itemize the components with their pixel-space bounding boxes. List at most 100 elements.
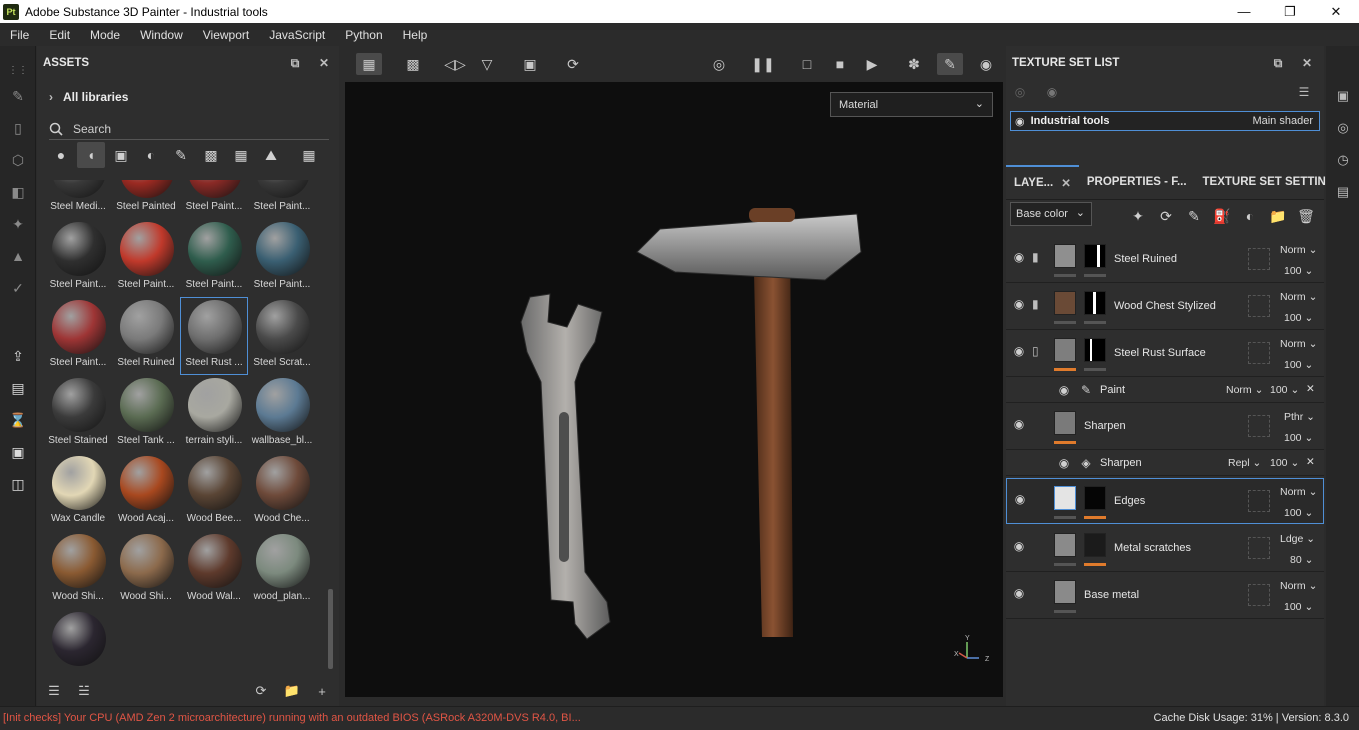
view-2d-icon[interactable]: □: [794, 53, 820, 75]
layer-opacity[interactable]: 100 ⌄: [1284, 312, 1313, 324]
eye-icon[interactable]: ◉: [1011, 417, 1027, 431]
filter-smart-materials-icon[interactable]: ◖: [77, 142, 105, 168]
menu-viewport[interactable]: Viewport: [193, 28, 259, 42]
list-view-icon[interactable]: ☱: [75, 682, 93, 700]
asset-tile[interactable]: Wood Che...: [249, 454, 315, 530]
list-options-icon[interactable]: ☰: [45, 682, 63, 700]
asset-tile[interactable]: Wood Shi...: [45, 532, 111, 608]
asset-tile[interactable]: wallbase_bl...: [249, 376, 315, 452]
layer-row[interactable]: ◉ ▯ Steel Rust Surface Norm ⌄ 100 ⌄: [1006, 330, 1324, 377]
asset-tile[interactable]: wood_plan...: [249, 532, 315, 608]
projection-icon[interactable]: ⬡: [8, 150, 28, 170]
color-picker-icon[interactable]: ✓: [8, 278, 28, 298]
layer-row[interactable]: ◉ Sharpen Pthr ⌄ 100 ⌄: [1006, 403, 1324, 450]
history-icon[interactable]: ⌛: [8, 410, 28, 430]
asset-tile[interactable]: Steel Paint...: [45, 220, 111, 296]
render-icon[interactable]: ✽: [901, 53, 927, 75]
eye-icon[interactable]: ◉: [1011, 539, 1027, 553]
asset-tile[interactable]: [45, 610, 111, 668]
camera-icon[interactable]: ▶: [859, 53, 885, 75]
asset-tile[interactable]: Steel Painted: [113, 180, 179, 218]
shader-settings-icon[interactable]: ◎: [1333, 118, 1353, 138]
layer-mini-slot[interactable]: [1248, 248, 1270, 270]
layer-blend-mode[interactable]: Norm ⌄: [1280, 244, 1317, 256]
menu-window[interactable]: Window: [130, 28, 193, 42]
filter-generators-icon[interactable]: ◐: [137, 142, 165, 168]
smudge-icon[interactable]: ✦: [8, 214, 28, 234]
remove-effect-icon[interactable]: ✕: [1306, 456, 1315, 468]
refresh-icon[interactable]: ⟳: [252, 682, 270, 700]
close-window-button[interactable]: ✕: [1313, 0, 1359, 23]
layer-opacity[interactable]: 100 ⌄: [1284, 432, 1313, 444]
asset-tile[interactable]: Wood Shi...: [113, 532, 179, 608]
add-effect-icon[interactable]: ✦: [1128, 206, 1148, 226]
minimize-button[interactable]: —: [1221, 0, 1267, 23]
filter-environments-icon[interactable]: ⛰: [257, 142, 285, 168]
layer-mini-slot[interactable]: [1248, 342, 1270, 364]
layer-channel-select[interactable]: Base color ⌄: [1010, 202, 1092, 226]
add-icon[interactable]: +: [313, 682, 331, 700]
add-paint-layer-icon[interactable]: ✎: [1184, 206, 1204, 226]
effect-blend-mode[interactable]: Repl ⌄: [1228, 457, 1261, 469]
asset-tile[interactable]: Steel Medi...: [45, 180, 111, 218]
layer-opacity[interactable]: 100 ⌄: [1284, 359, 1313, 371]
menu-help[interactable]: Help: [393, 28, 438, 42]
asset-tile[interactable]: Steel Paint...: [249, 220, 315, 296]
asset-tile[interactable]: Wood Bee...: [181, 454, 247, 530]
asset-tile[interactable]: Steel Paint...: [113, 220, 179, 296]
menu-icon[interactable]: ☰: [1296, 84, 1312, 100]
screenshot-camera-icon[interactable]: ◉: [973, 53, 999, 75]
visibility-solo-icon[interactable]: ◎: [1012, 84, 1028, 100]
symmetry-x-icon[interactable]: ◁▷: [442, 53, 468, 75]
pause-icon[interactable]: ❚❚: [750, 53, 776, 75]
layer-opacity[interactable]: 100 ⌄: [1284, 265, 1313, 277]
add-mask-icon[interactable]: ⟳: [1156, 206, 1176, 226]
fit-view-icon[interactable]: ▣: [517, 53, 543, 75]
eye-icon[interactable]: ◉: [1056, 383, 1072, 397]
3d-viewport[interactable]: Material ⌄ Y X Z: [345, 82, 1003, 697]
effect-opacity[interactable]: 100 ⌄: [1270, 384, 1299, 396]
close-tab-icon[interactable]: ✕: [1061, 176, 1071, 190]
eye-icon[interactable]: ◉: [1015, 115, 1025, 128]
tab-texture-set-settings[interactable]: TEXTURE SET SETTIN...: [1195, 165, 1344, 199]
menu-javascript[interactable]: JavaScript: [259, 28, 335, 42]
asset-tile[interactable]: terrain styli...: [181, 376, 247, 452]
geometry-mask-icon[interactable]: ◧: [8, 182, 28, 202]
layer-blend-mode[interactable]: Norm ⌄: [1280, 486, 1317, 498]
view-3d-icon[interactable]: ■: [827, 53, 853, 75]
grid-view-icon[interactable]: ▦: [295, 142, 323, 168]
asset-tile[interactable]: Steel Paint...: [45, 298, 111, 374]
shelf-icon[interactable]: ◫: [8, 474, 28, 494]
layer-row[interactable]: ◉ ▮ Steel Ruined Norm ⌄ 100 ⌄: [1006, 236, 1324, 283]
reset-view-icon[interactable]: ⟳: [560, 53, 586, 75]
layer-blend-mode[interactable]: Norm ⌄: [1280, 338, 1317, 350]
asset-tile[interactable]: Steel Tank ...: [113, 376, 179, 452]
paint-brush-icon[interactable]: ✎: [8, 86, 28, 106]
add-smart-material-icon[interactable]: ◐: [1240, 206, 1260, 226]
asset-tile[interactable]: Wood Wal...: [181, 532, 247, 608]
menu-mode[interactable]: Mode: [80, 28, 130, 42]
menu-edit[interactable]: Edit: [39, 28, 80, 42]
undock-icon[interactable]: ⧉: [1270, 55, 1286, 71]
symmetry-y-icon[interactable]: ▽: [474, 53, 500, 75]
layer-mini-slot[interactable]: [1248, 584, 1270, 606]
history-icon[interactable]: ◷: [1333, 150, 1353, 170]
visibility-icon[interactable]: ◉: [1044, 84, 1060, 100]
layer-blend-mode[interactable]: Norm ⌄: [1280, 580, 1317, 592]
effect-row[interactable]: ◉ ✎ Paint Norm ⌄ 100 ⌄ ✕: [1006, 377, 1324, 403]
close-panel-icon[interactable]: ✕: [316, 55, 332, 71]
assets-search-input[interactable]: Search: [49, 118, 329, 140]
eye-icon[interactable]: ◉: [1011, 586, 1027, 600]
folder-open-icon[interactable]: ▯: [1032, 344, 1048, 358]
delete-layer-icon[interactable]: 🗑: [1296, 206, 1316, 226]
effect-blend-mode[interactable]: Norm ⌄: [1226, 384, 1263, 396]
layer-row[interactable]: ◉ Metal scratches Ldge ⌄ 80 ⌄: [1006, 525, 1324, 572]
layer-blend-mode[interactable]: Ldge ⌄: [1280, 533, 1315, 545]
asset-tile[interactable]: Steel Rust ...: [180, 297, 248, 375]
filter-filters-icon[interactable]: ▦: [227, 142, 255, 168]
tab-properties[interactable]: PROPERTIES - F...: [1079, 165, 1195, 199]
layer-mini-slot[interactable]: [1248, 537, 1270, 559]
log-icon[interactable]: ▤: [1333, 182, 1353, 202]
layer-opacity[interactable]: 100 ⌄: [1284, 601, 1313, 613]
eye-icon[interactable]: ◉: [1011, 250, 1027, 264]
